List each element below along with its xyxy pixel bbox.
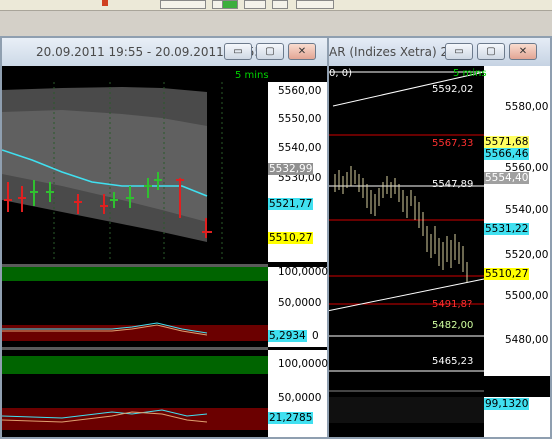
interval-label: 5 mins [235, 70, 269, 81]
panel-divider [327, 390, 484, 392]
fib-level-label: 5465,23 [432, 356, 474, 367]
oversold-band [2, 325, 268, 341]
application-toolbar [0, 0, 552, 11]
chart-window-right[interactable]: AR (Indizes Xetra) 2... ▭ ▢ ✕ 0, 0) 5 mi… [325, 36, 552, 439]
price-tag-last: 5510,27 [268, 232, 314, 244]
restore-button[interactable]: ▢ [477, 43, 505, 60]
fib-level-label-red: 5491,8? [432, 299, 473, 310]
price-axis-label: 5520,00 [505, 249, 549, 261]
close-icon: ✕ [518, 46, 528, 57]
oscillator-axis-label: 100,0000 [278, 358, 329, 370]
chart-window-left[interactable]: 20.09.2011 19:55 - 20.09.2011 21:55 ▭ ▢ … [0, 36, 329, 439]
price-axis-label: 5550,00 [278, 113, 322, 125]
oscillator-value-tag: 5,2934 [268, 330, 307, 342]
restore-icon: ▢ [265, 46, 275, 57]
restore-icon: ▢ [486, 46, 496, 57]
price-tag-last: 5510,27 [484, 268, 530, 280]
price-axis-label: 5560,00 [278, 85, 322, 97]
minimize-icon: ▭ [233, 46, 243, 57]
toolbar-field[interactable] [160, 0, 206, 9]
overbought-band [2, 267, 268, 281]
price-tag-cyan: 5521,77 [268, 198, 314, 210]
fib-level-label: 5567,33 [432, 138, 474, 149]
oscillator-value-tag: 99,1320 [484, 398, 530, 410]
fib-level-label: 5547,89 [432, 179, 474, 190]
close-icon: ✕ [297, 46, 307, 57]
oscillator-panel-right[interactable] [327, 397, 484, 423]
fib-level-label: 5592,02 [432, 84, 474, 95]
price-axis-label: 5480,00 [505, 334, 549, 346]
restore-button[interactable]: ▢ [256, 43, 284, 60]
window-title-bar[interactable]: 20.09.2011 19:55 - 20.09.2011 21:55 ▭ ▢ … [2, 38, 327, 66]
oscillator-axis-label: 100,0000 [278, 266, 329, 278]
minimize-button[interactable]: ▭ [224, 43, 252, 60]
minimize-button[interactable]: ▭ [445, 43, 473, 60]
price-tag-red-level: 5571,68 [484, 136, 530, 148]
close-button[interactable]: ✕ [509, 43, 537, 60]
price-tag-moving-average: 5554,40 [484, 172, 530, 184]
price-axis-label: 5540,00 [505, 204, 549, 216]
toolbar-field-4[interactable] [272, 0, 288, 9]
oversold-band [2, 408, 268, 430]
close-button[interactable]: ✕ [288, 43, 316, 60]
overbought-band [2, 356, 268, 374]
toolbar-icon-red[interactable] [102, 0, 108, 6]
fib-level-label: 5482,00 [432, 320, 474, 331]
window-title: AR (Indizes Xetra) 2... [329, 45, 460, 59]
price-axis-label: 5540,00 [278, 142, 322, 154]
interval-label: 5 mins [453, 68, 487, 79]
toolbar-field-3[interactable] [244, 0, 266, 9]
window-title-bar[interactable]: AR (Indizes Xetra) 2... ▭ ▢ ✕ [327, 38, 550, 66]
oscillator-axis-label: 0 [312, 330, 319, 342]
price-tag-cyan: 5531,22 [484, 223, 530, 235]
price-axis-label: 5500,00 [505, 290, 549, 302]
oscillator-value-tag: 21,2785 [268, 412, 314, 424]
oscillator-axis-label: 50,0000 [278, 392, 322, 404]
toolbar-field-green[interactable] [222, 0, 238, 9]
price-axis-label: 5580,00 [505, 101, 549, 113]
oscillator-axis-label: 50,0000 [278, 297, 322, 309]
toolbar-field-5[interactable] [296, 0, 334, 9]
coords-readout: 0, 0) [329, 68, 352, 79]
minimize-icon: ▭ [454, 46, 464, 57]
price-tag-cyan-top: 5566,46 [484, 148, 530, 160]
price-tag-moving-average: 5532,99 [268, 163, 314, 175]
